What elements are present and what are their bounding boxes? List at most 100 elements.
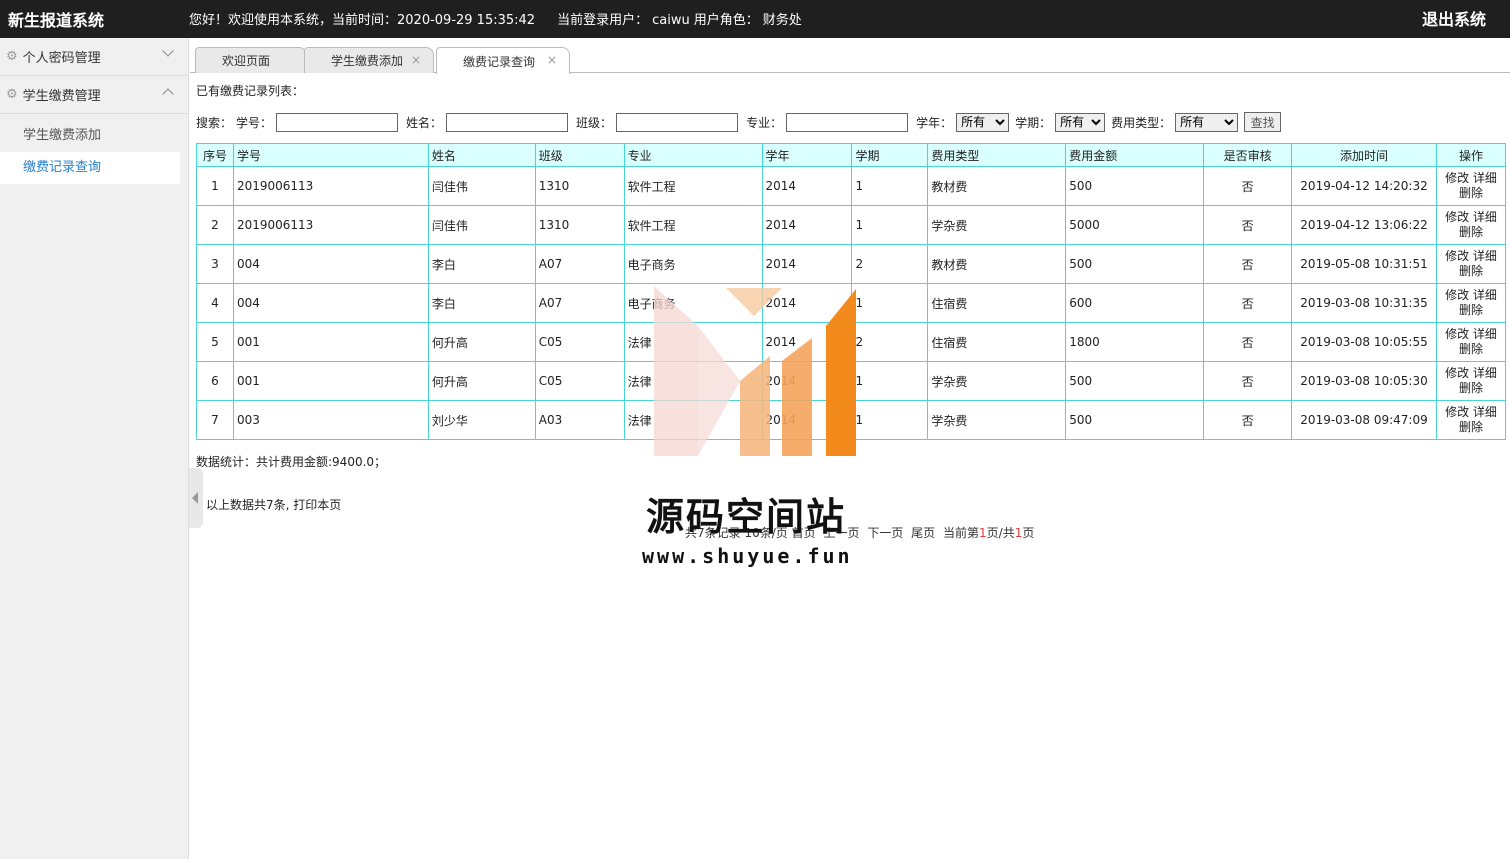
main-content: 已有缴费记录列表： 搜索： 学号： 姓名： 班级： 专业： 学年： 所有 学期：… [196, 82, 1507, 540]
detail-link[interactable]: 详细 [1473, 366, 1497, 380]
detail-link[interactable]: 详细 [1473, 210, 1497, 224]
logout-button[interactable]: 退出系统 [1422, 6, 1486, 30]
table-cell: A07 [534, 244, 625, 284]
edit-link[interactable]: 修改 [1445, 327, 1469, 341]
year-select[interactable]: 所有 [956, 112, 1010, 132]
student-no-label: 学号： [236, 115, 273, 130]
delete-link[interactable]: 删除 [1459, 264, 1483, 278]
table-cell: 7 [196, 400, 234, 440]
pager-current-prefix: 当前第 [943, 526, 980, 540]
table-cell: 住宿费 [927, 322, 1067, 362]
table-body: 1 2019006113 闫佳伟 1310 软件工程 2014 1 教材费 500 否 2019-0… [196, 166, 1507, 440]
table-header-row: 序号 学号 姓名 班级 专业 学年 学期 费用类型 费用金额 是否审核 添加时间… [196, 143, 1507, 167]
search-button[interactable]: 查找 [1244, 112, 1282, 132]
sidebar: ⚙ 个人密码管理 ⚙ 学生缴费管理 学生缴费添加 缴费记录查询 [0, 38, 189, 859]
table-cell: A07 [534, 283, 625, 323]
pager-current-page: 1 [979, 526, 987, 540]
major-label: 专业： [746, 115, 783, 130]
edit-link[interactable]: 修改 [1445, 366, 1469, 380]
name-label: 姓名： [406, 115, 443, 130]
welcome-info: 您好！欢迎使用本系统，当前时间：2020-09-29 15:35:42 当前登录用… [189, 9, 806, 28]
delete-link[interactable]: 删除 [1459, 225, 1483, 239]
tab-label: 学生缴费添加 [331, 54, 404, 68]
table-cell: 2014 [761, 400, 853, 440]
col-header: 操作 [1435, 143, 1507, 167]
edit-link[interactable]: 修改 [1445, 171, 1469, 185]
edit-link[interactable]: 修改 [1445, 288, 1469, 302]
print-page-link[interactable]: 打印本页 [293, 498, 341, 512]
role-label: 用户角色： [693, 13, 759, 28]
pager-suffix: 页 [1022, 526, 1035, 540]
pager-last[interactable]: 尾页 [911, 526, 935, 540]
major-input[interactable] [786, 112, 909, 132]
row-actions: 修改 详细 删除 [1435, 244, 1507, 284]
table-cell: 否 [1203, 205, 1293, 245]
edit-link[interactable]: 修改 [1445, 210, 1469, 224]
table-cell: 否 [1203, 166, 1293, 206]
sidebar-item-payment-add[interactable]: 学生缴费添加 [0, 120, 180, 152]
tab-payment-records[interactable]: 缴费记录查询 × [436, 47, 570, 74]
table-cell: 1 [851, 400, 929, 440]
tab-welcome[interactable]: 欢迎页面 [195, 47, 307, 73]
close-icon[interactable]: × [411, 53, 421, 67]
detail-link[interactable]: 详细 [1473, 171, 1497, 185]
sidebar-group-payment[interactable]: ⚙ 学生缴费管理 [0, 76, 188, 114]
pager-next[interactable]: 下一页 [867, 526, 903, 540]
detail-link[interactable]: 详细 [1473, 249, 1497, 263]
class-input[interactable] [616, 112, 739, 132]
edit-link[interactable]: 修改 [1445, 249, 1469, 263]
sidebar-item-payment-records[interactable]: 缴费记录查询 [0, 152, 180, 184]
table-cell: 2019006113 [232, 166, 429, 206]
row-actions: 修改 详细 删除 [1435, 166, 1507, 206]
col-header: 学期 [851, 143, 929, 167]
edit-link[interactable]: 修改 [1445, 405, 1469, 419]
delete-link[interactable]: 删除 [1459, 303, 1483, 317]
term-select[interactable]: 所有 [1055, 112, 1106, 132]
table-cell: 001 [232, 322, 429, 362]
close-icon[interactable]: × [547, 53, 557, 67]
table-cell: 2019-03-08 10:31:35 [1291, 283, 1437, 323]
watermark-url: www.shuyue.fun [642, 544, 853, 568]
print-prefix: 以上数据共7条, [206, 498, 290, 512]
table-row: 5 001 何升高 C05 法律 2014 2 住宿费 1800 否 2019-03-08 10:0… [196, 322, 1507, 362]
delete-link[interactable]: 删除 [1459, 186, 1483, 200]
print-line: 以上数据共7条, 打印本页 [206, 496, 341, 513]
table-cell: 软件工程 [623, 205, 763, 245]
col-header: 学号 [232, 143, 429, 167]
col-header: 添加时间 [1291, 143, 1437, 167]
detail-link[interactable]: 详细 [1473, 288, 1497, 302]
tab-payment-add[interactable]: 学生缴费添加 × [304, 47, 434, 73]
table-cell: 学杂费 [927, 400, 1067, 440]
table-cell: 1 [196, 166, 234, 206]
name-input[interactable] [446, 112, 569, 132]
col-header: 费用类型 [927, 143, 1067, 167]
class-label: 班级： [576, 115, 613, 130]
chevron-down-icon [162, 45, 174, 57]
delete-link[interactable]: 删除 [1459, 342, 1483, 356]
delete-link[interactable]: 删除 [1459, 420, 1483, 434]
table-cell: 何升高 [427, 322, 536, 362]
table-cell: 教材费 [927, 166, 1067, 206]
table-cell: 否 [1203, 361, 1293, 401]
fee-type-select[interactable]: 所有 [1175, 112, 1239, 132]
table-cell: 2019-04-12 14:20:32 [1291, 166, 1437, 206]
table-cell: 闫佳伟 [427, 166, 536, 206]
table-cell: 2 [196, 205, 234, 245]
detail-link[interactable]: 详细 [1473, 327, 1497, 341]
sidebar-group-label: 学生缴费管理 [22, 89, 101, 104]
col-header: 学年 [761, 143, 853, 167]
table-cell: 2019-03-08 10:05:55 [1291, 322, 1437, 362]
table-cell: 否 [1203, 400, 1293, 440]
sidebar-collapse-handle[interactable] [189, 468, 203, 528]
sidebar-submenu: 学生缴费添加 缴费记录查询 [0, 114, 188, 184]
delete-link[interactable]: 删除 [1459, 381, 1483, 395]
search-bar: 搜索： 学号： 姓名： 班级： 专业： 学年： 所有 学期： 所有 费用类型： … [196, 110, 1506, 134]
table-cell: 闫佳伟 [427, 205, 536, 245]
table-cell: 500 [1065, 244, 1205, 284]
col-header: 专业 [623, 143, 763, 167]
table-cell: 2014 [761, 244, 853, 284]
table-cell: 2014 [761, 361, 853, 401]
student-no-input[interactable] [276, 112, 399, 132]
sidebar-group-password[interactable]: ⚙ 个人密码管理 [0, 38, 188, 76]
detail-link[interactable]: 详细 [1473, 405, 1497, 419]
